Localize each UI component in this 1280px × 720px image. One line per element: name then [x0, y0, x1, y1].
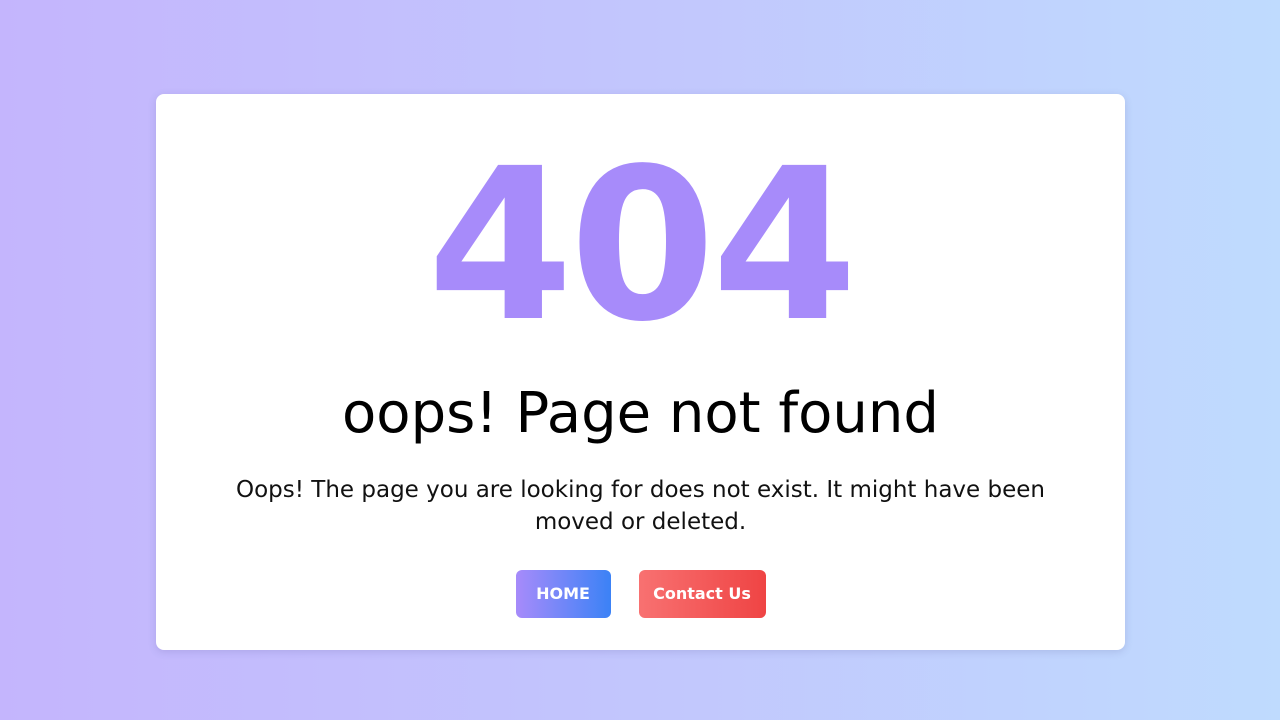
home-button[interactable]: HOME	[515, 570, 611, 618]
contact-us-button[interactable]: Contact Us	[638, 570, 766, 618]
page-title: oops! Page not found	[342, 381, 939, 446]
error-card: 404 oops! Page not found Oops! The page …	[156, 94, 1125, 650]
error-message: Oops! The page you are looking for does …	[236, 477, 1045, 535]
error-code: 404	[427, 123, 857, 368]
action-buttons: HOME Contact Us	[156, 570, 1125, 618]
